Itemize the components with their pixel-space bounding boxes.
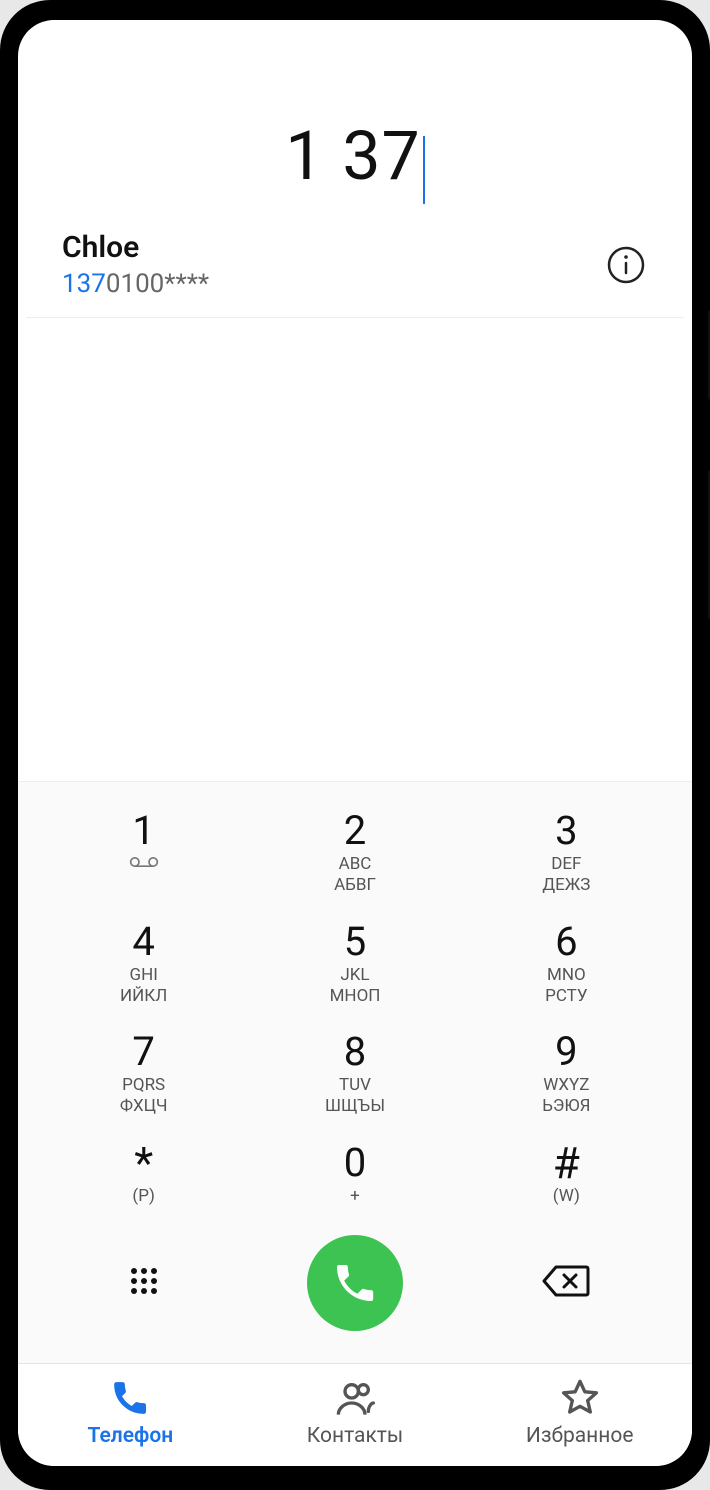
key-0[interactable]: 0+	[249, 1128, 460, 1217]
key-9[interactable]: 9WXYZЬЭЮЯ	[461, 1017, 672, 1128]
tab-favorites-label: Избранное	[526, 1424, 634, 1448]
contact-match-info: Chloe 1370100****	[62, 230, 604, 299]
info-icon	[606, 245, 646, 285]
phone-icon	[331, 1259, 379, 1307]
key-6[interactable]: 6MNOРСТУ	[461, 907, 672, 1018]
key-sub: WXYZ	[461, 1075, 672, 1096]
key-digit: 7	[38, 1029, 249, 1075]
key-sub: TUV	[249, 1075, 460, 1096]
tab-phone[interactable]: Телефон	[18, 1378, 243, 1448]
key-1[interactable]: 1	[38, 796, 249, 907]
phone-frame: 1 37 Chloe 1370100**** 12ABCАБВГ3DEFДЕЖЗ…	[0, 0, 710, 1490]
key-digit: 5	[249, 919, 460, 965]
key-digit: 2	[249, 808, 460, 854]
contact-match-row[interactable]: Chloe 1370100****	[26, 220, 684, 318]
action-row	[38, 1217, 672, 1353]
dialed-number-display[interactable]: 1 37	[18, 20, 692, 220]
key-4[interactable]: 4GHIИЙКЛ	[38, 907, 249, 1018]
key-digit: #	[461, 1140, 672, 1186]
key-sub2: МНОП	[249, 986, 460, 1007]
dialpad: 12ABCАБВГ3DEFДЕЖЗ 4GHIИЙКЛ5JKLМНОП6MNOРСТ…	[18, 781, 692, 1363]
key-digit: 4	[38, 919, 249, 965]
key-sub2: ИЙКЛ	[38, 986, 249, 1007]
backspace-button[interactable]	[542, 1263, 590, 1303]
key-*[interactable]: *(P)	[38, 1128, 249, 1217]
dialpad-toggle-button[interactable]	[126, 1263, 162, 1303]
key-digit: 1	[38, 808, 249, 854]
bottom-tabs: Телефон Контакты Избранное	[18, 1363, 692, 1466]
key-5[interactable]: 5JKLМНОП	[249, 907, 460, 1018]
key-#[interactable]: #(W)	[461, 1128, 672, 1217]
key-7[interactable]: 7PQRSФХЦЧ	[38, 1017, 249, 1128]
contact-number: 1370100****	[62, 269, 604, 299]
key-digit: *	[38, 1140, 249, 1186]
key-sub: ABC	[249, 854, 460, 875]
tab-contacts-label: Контакты	[307, 1424, 403, 1448]
star-icon	[560, 1378, 600, 1418]
voicemail-icon	[38, 854, 249, 873]
key-sub: (W)	[461, 1186, 672, 1207]
key-sub2: ЬЭЮЯ	[461, 1096, 672, 1117]
key-sub: GHI	[38, 965, 249, 986]
key-digit: 6	[461, 919, 672, 965]
cursor-icon	[423, 136, 425, 204]
call-button[interactable]	[307, 1235, 403, 1331]
contacts-icon	[335, 1378, 375, 1418]
key-sub: PQRS	[38, 1075, 249, 1096]
key-sub: +	[249, 1186, 460, 1207]
key-sub2: РСТУ	[461, 986, 672, 1007]
key-sub: (P)	[38, 1186, 249, 1207]
tab-favorites[interactable]: Избранное	[467, 1378, 692, 1448]
match-rest: 0100****	[106, 269, 209, 299]
info-button[interactable]	[604, 243, 648, 287]
key-sub: DEF	[461, 854, 672, 875]
key-sub2: ФХЦЧ	[38, 1096, 249, 1117]
key-digit: 3	[461, 808, 672, 854]
tab-phone-label: Телефон	[88, 1424, 174, 1448]
key-3[interactable]: 3DEFДЕЖЗ	[461, 796, 672, 907]
dialpad-icon	[126, 1263, 162, 1299]
spacer	[18, 318, 692, 781]
key-digit: 0	[249, 1140, 460, 1186]
key-2[interactable]: 2ABCАБВГ	[249, 796, 460, 907]
screen: 1 37 Chloe 1370100**** 12ABCАБВГ3DEFДЕЖЗ…	[18, 20, 692, 1466]
key-digit: 8	[249, 1029, 460, 1075]
key-sub: MNO	[461, 965, 672, 986]
key-sub2: ШЩЪЫ	[249, 1096, 460, 1117]
key-8[interactable]: 8TUVШЩЪЫ	[249, 1017, 460, 1128]
dialed-number: 1 37	[285, 116, 421, 196]
key-sub: JKL	[249, 965, 460, 986]
key-digit: 9	[461, 1029, 672, 1075]
phone-tab-icon	[110, 1378, 150, 1418]
tab-contacts[interactable]: Контакты	[243, 1378, 468, 1448]
match-highlight: 137	[62, 269, 106, 299]
contact-name: Chloe	[62, 230, 604, 265]
backspace-icon	[542, 1263, 590, 1299]
key-sub2: ДЕЖЗ	[461, 875, 672, 896]
key-sub2: АБВГ	[249, 875, 460, 896]
